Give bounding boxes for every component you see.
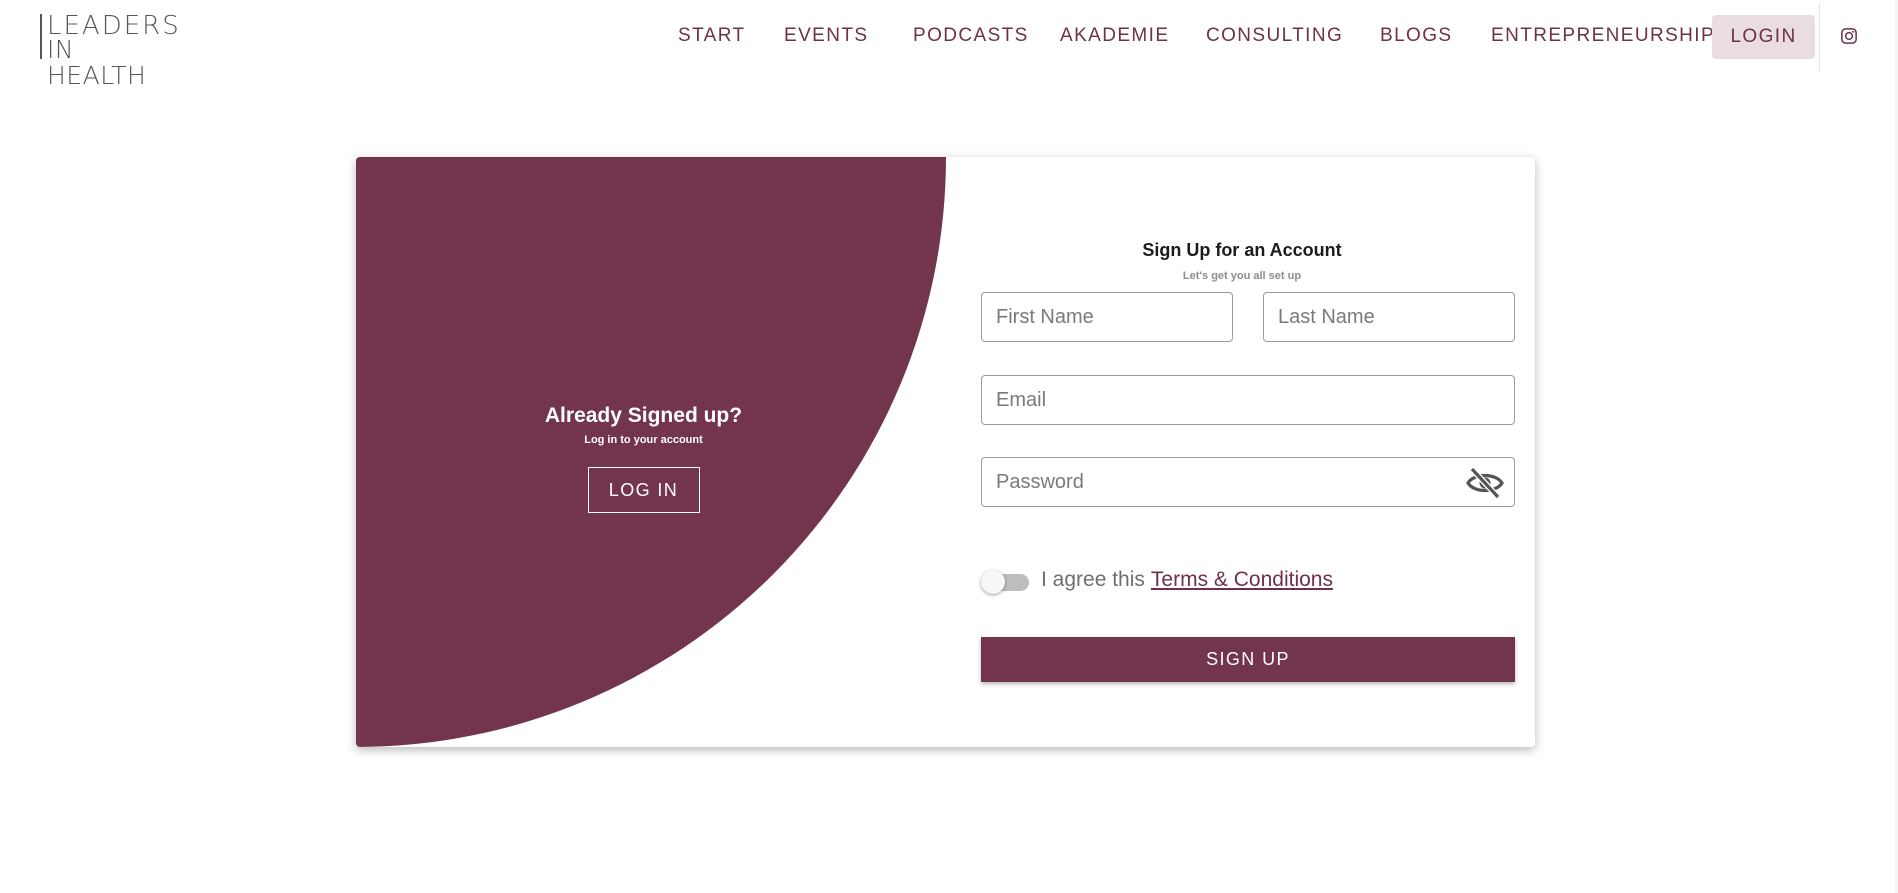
eye-off-icon[interactable] <box>1466 466 1504 500</box>
nav-divider <box>1819 2 1820 72</box>
signup-subtitle: Let's get you all set up <box>1182 270 1302 282</box>
nav-login-button[interactable]: LOGIN <box>1712 15 1815 59</box>
leaders-in-health-logo[interactable]: LEADERS IN HEALTH <box>40 13 180 89</box>
agree-toggle[interactable] <box>981 565 1029 595</box>
toggle-thumb <box>981 570 1005 594</box>
nav-start[interactable]: START <box>678 24 746 48</box>
signup-title: Sign Up for an Account <box>1142 240 1342 260</box>
last-name-input[interactable] <box>1264 293 1514 341</box>
log-in-button[interactable]: LOG IN <box>587 467 700 513</box>
first-name-field <box>981 292 1233 342</box>
already-signed-up-title: Already Signed up? <box>544 404 743 427</box>
first-name-input[interactable] <box>982 293 1232 341</box>
nav-blogs[interactable]: BLOGS <box>1380 24 1452 48</box>
nav-podcasts[interactable]: PODCASTS <box>913 24 1029 48</box>
password-input[interactable] <box>982 458 1514 506</box>
email-field <box>981 375 1515 425</box>
logo-bar <box>40 14 42 59</box>
nav-entrepreneurship[interactable]: ENTREPRENEURSHIP <box>1491 24 1715 48</box>
agree-text: I agree this <box>1041 568 1145 591</box>
logo-line-2: IN HEALTH <box>47 35 147 90</box>
last-name-field <box>1263 292 1515 342</box>
nav-akademie[interactable]: AKADEMIE <box>1060 24 1169 48</box>
instagram-icon[interactable] <box>1840 27 1858 45</box>
site-header: LEADERS IN HEALTH START EVENTS PODCASTS … <box>0 0 1898 89</box>
terms-agreement-row: I agree this Terms & Conditions <box>981 565 1333 595</box>
email-input[interactable] <box>982 376 1514 424</box>
nav-events[interactable]: EVENTS <box>784 24 868 48</box>
sign-up-button[interactable]: SIGN UP <box>981 637 1515 682</box>
password-field <box>981 457 1515 507</box>
terms-and-conditions-link[interactable]: Terms & Conditions <box>1151 568 1333 592</box>
nav-consulting[interactable]: CONSULTING <box>1206 24 1343 48</box>
signup-card: Already Signed up? Log in to your accoun… <box>356 157 1535 747</box>
login-prompt: Already Signed up? Log in to your accoun… <box>356 403 931 513</box>
login-prompt-subtitle: Log in to your account <box>584 434 703 446</box>
